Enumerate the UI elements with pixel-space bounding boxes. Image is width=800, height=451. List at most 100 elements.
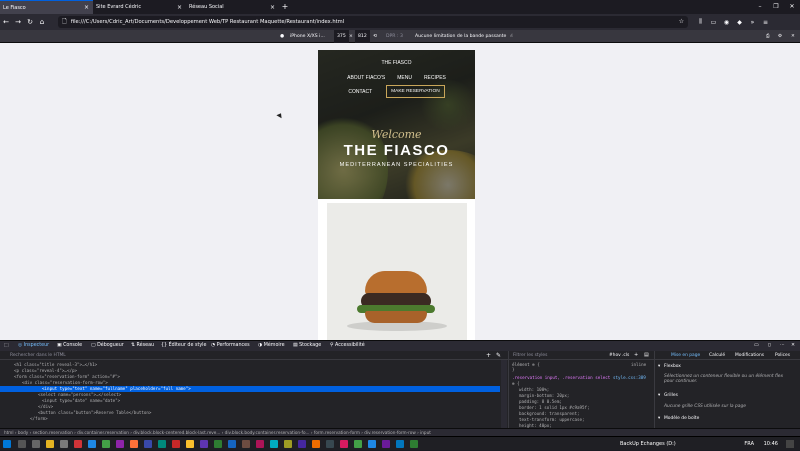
print-icon[interactable]: ▤ xyxy=(644,352,649,358)
app-icon[interactable] xyxy=(144,440,152,448)
flexbox-toggle-icon[interactable]: ▾ xyxy=(658,364,660,369)
home-icon[interactable]: ⌂ xyxy=(36,18,48,26)
notification-icon[interactable] xyxy=(786,440,794,448)
filter-styles-input[interactable]: Filtrer les styles xyxy=(513,353,547,358)
menu-item-about[interactable]: ABOUT FIACO'S xyxy=(347,75,385,81)
grilles-title[interactable]: Grilles xyxy=(664,393,678,398)
tab-reseau[interactable]: ⇅ Réseau xyxy=(131,341,154,351)
tab-console[interactable]: ▣ Console xyxy=(57,341,82,351)
app-icon[interactable] xyxy=(340,440,348,448)
tab-le-fiasco[interactable]: Le Fiasco × xyxy=(0,0,93,14)
tab-debogueur[interactable]: ▢ Débogueur xyxy=(91,341,124,351)
tab-performances[interactable]: ◔ Performances xyxy=(211,341,250,351)
rule-prop[interactable]: border: 1 solid 1px #c9a95f; xyxy=(519,405,590,410)
app-icon[interactable] xyxy=(354,440,362,448)
inspector-scrollbar[interactable] xyxy=(501,360,507,428)
app-icon[interactable] xyxy=(172,440,180,448)
firefox-icon[interactable] xyxy=(130,440,138,448)
back-icon[interactable]: ← xyxy=(0,18,12,26)
app-icon[interactable] xyxy=(186,440,194,448)
close-icon[interactable]: × xyxy=(177,4,182,11)
devtools-close-icon[interactable]: ✕ xyxy=(791,341,795,351)
eyedropper-icon[interactable]: ✎ xyxy=(496,352,501,359)
app-icon[interactable] xyxy=(368,440,376,448)
grilles-toggle-icon[interactable]: ▾ xyxy=(658,393,660,398)
responsive-icon[interactable]: ▯ xyxy=(768,341,771,351)
app-icon[interactable] xyxy=(116,440,124,448)
app-icon[interactable] xyxy=(158,440,166,448)
menu-item-contact[interactable]: CONTACT xyxy=(348,89,372,95)
menu-icon[interactable]: ≡ xyxy=(759,19,772,26)
close-rdm-icon[interactable]: ✕ xyxy=(791,30,795,43)
reload-icon[interactable]: ↻ xyxy=(24,18,36,26)
tab-polices[interactable]: Polices xyxy=(775,353,790,358)
close-icon[interactable]: × xyxy=(270,4,275,11)
url-bar[interactable]: 🗋 file:///C:/Users/Cdric_Art/Documents/D… xyxy=(58,16,688,28)
rule-source[interactable]: style.css:389 xyxy=(613,375,646,380)
app-icon[interactable] xyxy=(242,440,250,448)
tab-inspecteur[interactable]: ◎ Inspecteur xyxy=(18,341,49,351)
menu-item-menu[interactable]: MENU xyxy=(397,75,412,81)
app-icon[interactable] xyxy=(88,440,96,448)
new-tab-icon[interactable]: + xyxy=(279,0,291,14)
app-icon[interactable] xyxy=(312,440,320,448)
tab-stockage[interactable]: ▤ Stockage xyxy=(293,341,321,351)
tab-reseau-social[interactable]: Réseau Social × xyxy=(186,0,279,14)
app-icon[interactable] xyxy=(200,440,208,448)
html-search-input[interactable]: Rechercher dans le HTML xyxy=(0,351,508,360)
dpr-select[interactable]: DPR : 3 xyxy=(386,30,403,43)
tab-calcule[interactable]: Calculé xyxy=(709,353,725,358)
breadcrumb[interactable]: html › body › section.reservation › div.… xyxy=(0,428,800,436)
tab-mise-en-page[interactable]: Mise en page xyxy=(671,353,700,358)
tab-modifications[interactable]: Modifications xyxy=(735,353,764,358)
bookmark-star-icon[interactable]: ☆ xyxy=(679,16,684,28)
device-select[interactable]: iPhone X/XS i... xyxy=(290,30,325,43)
more-icon[interactable]: » xyxy=(746,19,759,26)
site-logo[interactable]: THE FIASCO xyxy=(318,60,475,66)
app-icon[interactable] xyxy=(256,440,264,448)
language-indicator[interactable]: FRA xyxy=(744,437,754,451)
clock[interactable]: 10:46 xyxy=(764,437,778,451)
extension-icon[interactable]: ◆ xyxy=(733,19,746,26)
minimize-icon[interactable]: – xyxy=(752,0,768,13)
rule-prop[interactable]: padding: 8 0.5em; xyxy=(519,399,562,404)
app-icon[interactable] xyxy=(214,440,222,448)
rule-prop[interactable]: text-transform: uppercase; xyxy=(519,417,585,422)
app-icon[interactable] xyxy=(102,440,110,448)
forward-icon[interactable]: → xyxy=(12,18,24,26)
flexbox-title[interactable]: Flexbox xyxy=(664,364,681,369)
close-icon[interactable]: × xyxy=(84,4,89,11)
make-reservation-button[interactable]: MAKE RESERVATION xyxy=(386,85,445,98)
app-icon[interactable] xyxy=(298,440,306,448)
app-icon[interactable] xyxy=(74,440,82,448)
rule-prop[interactable]: background: transparent; xyxy=(519,411,580,416)
library-icon[interactable]: ⫼ xyxy=(694,18,707,26)
add-rule-icon[interactable]: + xyxy=(634,352,638,358)
picker-icon[interactable]: ⬚ xyxy=(4,341,9,351)
menu-item-recipes[interactable]: RECIPES xyxy=(424,75,446,81)
window-close-icon[interactable]: ✕ xyxy=(784,0,800,13)
rule-prop[interactable]: margin-bottom: 20px; xyxy=(519,393,569,398)
height-input[interactable]: 812 xyxy=(355,30,370,43)
sidebar-icon[interactable]: ▭ xyxy=(707,19,720,26)
app-icon[interactable] xyxy=(410,440,418,448)
maximize-icon[interactable]: ❐ xyxy=(768,0,784,13)
app-icon[interactable] xyxy=(326,440,334,448)
code-line[interactable]: </form> xyxy=(0,416,500,422)
tab-memoire[interactable]: ◑ Mémoire xyxy=(258,341,285,351)
app-icon[interactable] xyxy=(382,440,390,448)
explorer-icon[interactable] xyxy=(46,440,54,448)
box-model-toggle-icon[interactable]: ▾ xyxy=(658,416,660,421)
app-icon[interactable] xyxy=(270,440,278,448)
taskview-icon[interactable] xyxy=(32,440,40,448)
hov-button[interactable]: #hov xyxy=(609,353,621,358)
touch-icon[interactable]: ☝ xyxy=(510,30,513,43)
dock-icon[interactable]: ▭ xyxy=(754,341,759,351)
box-model-title[interactable]: Modèle de boîte xyxy=(664,416,699,421)
app-icon[interactable] xyxy=(396,440,404,448)
screenshot-icon[interactable]: ⎙ xyxy=(766,30,770,43)
account-icon[interactable]: ◉ xyxy=(720,19,733,26)
tab-accessibilite[interactable]: ⚲ Accessibilité xyxy=(330,341,365,351)
add-node-icon[interactable]: + xyxy=(486,352,491,359)
rotate-icon[interactable]: ⟲ xyxy=(373,30,377,43)
